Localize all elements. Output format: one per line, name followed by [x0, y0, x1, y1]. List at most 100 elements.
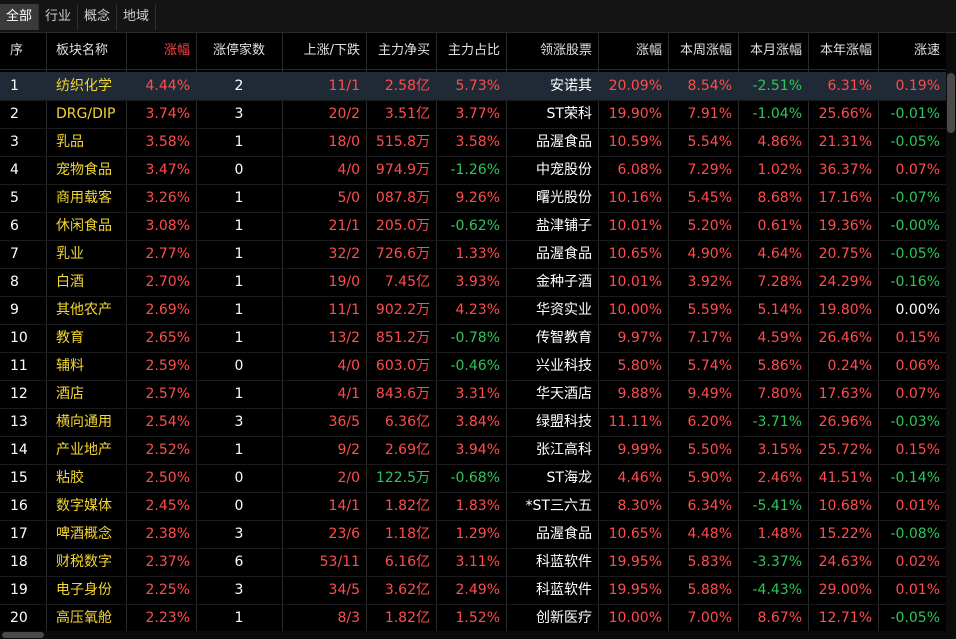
- col-header-leader[interactable]: 领涨股票: [506, 33, 598, 69]
- row-seq: 5: [10, 190, 19, 206]
- year-change: 25.72%: [818, 442, 872, 458]
- leading-stock-change: 19.95%: [608, 582, 662, 598]
- main-ratio: 3.93%: [455, 274, 500, 290]
- month-change: 2.46%: [757, 470, 802, 486]
- sector-name: 啤酒概念: [56, 526, 112, 542]
- row-seq: 14: [10, 442, 28, 458]
- limitup-count: 3: [234, 414, 244, 430]
- row-seq: 19: [10, 582, 28, 598]
- sector-change: 2.77%: [145, 246, 190, 262]
- leading-stock-change: 10.01%: [608, 274, 662, 290]
- row-seq: 12: [10, 386, 28, 402]
- month-change: 0.61%: [757, 218, 802, 234]
- col-header-limitup[interactable]: 涨停家数: [196, 33, 282, 69]
- row-seq: 9: [10, 302, 19, 318]
- week-change: 5.45%: [687, 190, 732, 206]
- table-row[interactable]: 3 乳品 3.58% 1 18/0 515.8万 3.58% 品渥食品 10.59% 5.54% 4…: [0, 128, 946, 157]
- table-row[interactable]: 20 高压氧舱 2.23% 1 8/3 1.82亿 1.52% 创新医疗 10.00% 7.00%…: [0, 604, 946, 632]
- vertical-scrollbar[interactable]: [946, 33, 956, 639]
- main-ratio: 1.83%: [455, 498, 500, 514]
- week-change: 5.90%: [687, 470, 732, 486]
- table-row[interactable]: 7 乳业 2.77% 1 32/2 726.6万 1.33% 品渥食品 10.65% 4.90% 4…: [0, 240, 946, 269]
- col-header-month[interactable]: 本月涨幅: [738, 33, 808, 69]
- leading-stock: *ST三六五: [525, 498, 592, 514]
- row-seq: 3: [10, 134, 19, 150]
- year-change: 24.29%: [818, 274, 872, 290]
- table-row[interactable]: 15 粘胶 2.50% 0 2/0 122.5万 -0.68% ST海龙 4.46% 5.90% 2…: [0, 464, 946, 493]
- week-change: 9.49%: [687, 386, 732, 402]
- col-header-name[interactable]: 板块名称: [46, 33, 126, 69]
- leading-stock: 品渥食品: [536, 134, 592, 150]
- main-net-buy: 974.9万: [375, 162, 430, 178]
- main-ratio: 1.33%: [455, 246, 500, 262]
- vertical-scroll-thumb[interactable]: [947, 73, 955, 133]
- up-down-count: 11/1: [328, 78, 360, 94]
- table-row[interactable]: 6 休闲食品 3.08% 1 21/1 205.0万 -0.62% 盐津铺子 10.01% 5.2…: [0, 212, 946, 241]
- up-down-count: 21/1: [328, 218, 360, 234]
- sector-change: 3.26%: [145, 190, 190, 206]
- col-header-speed[interactable]: 涨速: [878, 33, 946, 69]
- limitup-count: 1: [234, 218, 244, 234]
- horizontal-scroll-thumb[interactable]: [2, 632, 44, 638]
- row-seq: 10: [10, 330, 28, 346]
- year-change: 36.37%: [818, 162, 872, 178]
- row-seq: 13: [10, 414, 28, 430]
- month-change: 4.64%: [757, 246, 802, 262]
- table-row[interactable]: 16 数字媒体 2.45% 0 14/1 1.82亿 1.83% *ST三六五 8.30% 6.3…: [0, 492, 946, 521]
- col-header-leader-change[interactable]: 涨幅: [598, 33, 668, 69]
- main-net-buy: 3.51亿: [384, 106, 430, 122]
- up-down-count: 13/2: [328, 330, 360, 346]
- up-down-count: 53/11: [319, 554, 360, 570]
- table-row[interactable]: 14 产业地产 2.52% 1 9/2 2.69亿 3.94% 张江高科 9.99% 5.50% 3…: [0, 436, 946, 465]
- leading-stock: 张江高科: [536, 442, 592, 458]
- table-row[interactable]: 8 白酒 2.70% 1 19/0 7.45亿 3.93% 金种子酒 10.01% 3.92% 7.…: [0, 268, 946, 297]
- limitup-count: 0: [234, 498, 244, 514]
- table-row[interactable]: 5 商用载客 3.26% 1 5/0 087.8万 9.26% 曙光股份 10.16% 5.45%…: [0, 184, 946, 213]
- table-row[interactable]: 18 财税数字 2.37% 6 53/11 6.16亿 3.11% 科蓝软件 19.95% 5.8…: [0, 548, 946, 577]
- table-row[interactable]: 4 宠物食品 3.47% 0 4/0 974.9万 -1.26% 中宠股份 6.08% 7.29%…: [0, 156, 946, 185]
- main-ratio: 3.94%: [455, 442, 500, 458]
- table-row[interactable]: 2 DRG/DIP 3.74% 3 20/2 3.51亿 3.77% ST荣科 19.90% 7.…: [0, 100, 946, 129]
- table-row[interactable]: 10 教育 2.65% 1 13/2 851.2万 -0.78% 传智教育 9.97% 7.17%…: [0, 324, 946, 353]
- up-down-count: 23/6: [328, 526, 360, 542]
- week-change: 5.54%: [687, 134, 732, 150]
- leading-stock: 传智教育: [536, 330, 592, 346]
- col-header-week[interactable]: 本周涨幅: [668, 33, 738, 69]
- month-change: -5.41%: [752, 498, 802, 514]
- row-seq: 17: [10, 526, 28, 542]
- col-header-seq[interactable]: 序: [0, 33, 46, 69]
- table-row[interactable]: 13 横向通用 2.54% 3 36/5 6.36亿 3.84% 绿盟科技 11.11% 6.20…: [0, 408, 946, 437]
- year-change: 25.66%: [818, 106, 872, 122]
- horizontal-scrollbar[interactable]: [0, 631, 946, 639]
- main-ratio: -0.78%: [450, 330, 500, 346]
- speed: 0.06%: [895, 358, 940, 374]
- col-header-updown[interactable]: 上涨/下跌: [282, 33, 366, 69]
- sector-change: 2.54%: [145, 414, 190, 430]
- col-header-ratio[interactable]: 主力占比: [436, 33, 506, 69]
- limitup-count: 0: [234, 358, 244, 374]
- tab-region[interactable]: 地域: [117, 4, 157, 30]
- sector-table-body: 1 纺织化学 4.44% 2 11/1 2.58亿 5.73% 安诺其 20.09% 8.54% -…: [0, 72, 946, 632]
- up-down-count: 18/0: [328, 134, 360, 150]
- table-row[interactable]: 9 其他农产 2.69% 1 11/1 902.2万 4.23% 华资实业 10.00% 5.59…: [0, 296, 946, 325]
- speed: 0.15%: [895, 330, 940, 346]
- year-change: 26.46%: [818, 330, 872, 346]
- table-row[interactable]: 1 纺织化学 4.44% 2 11/1 2.58亿 5.73% 安诺其 20.09% 8.54% -…: [0, 72, 946, 101]
- month-change: 7.28%: [757, 274, 802, 290]
- leading-stock-change: 4.46%: [617, 470, 662, 486]
- tab-concept[interactable]: 概念: [78, 4, 118, 30]
- main-ratio: 3.11%: [455, 554, 500, 570]
- col-header-year[interactable]: 本年涨幅: [808, 33, 878, 69]
- table-row[interactable]: 11 辅料 2.59% 0 4/0 603.0万 -0.46% 兴业科技 5.80% 5.74% 5…: [0, 352, 946, 381]
- tab-all[interactable]: 全部: [0, 4, 40, 30]
- table-row[interactable]: 17 啤酒概念 2.38% 3 23/6 1.18亿 1.29% 品渥食品 10.65% 4.48…: [0, 520, 946, 549]
- sector-change: 2.70%: [145, 274, 190, 290]
- month-change: -3.71%: [752, 414, 802, 430]
- tab-bar: 全部 行业 概念 地域: [0, 0, 956, 33]
- table-row[interactable]: 12 酒店 2.57% 1 4/1 843.6万 3.31% 华天酒店 9.88% 9.49% 7.…: [0, 380, 946, 409]
- col-header-netbuy[interactable]: 主力净买: [366, 33, 436, 69]
- col-header-change-sorted[interactable]: 涨幅: [126, 33, 196, 69]
- table-row[interactable]: 19 电子身份 2.25% 3 34/5 3.62亿 2.49% 科蓝软件 19.95% 5.88…: [0, 576, 946, 605]
- tab-industry[interactable]: 行业: [39, 4, 79, 30]
- sector-change: 2.45%: [145, 498, 190, 514]
